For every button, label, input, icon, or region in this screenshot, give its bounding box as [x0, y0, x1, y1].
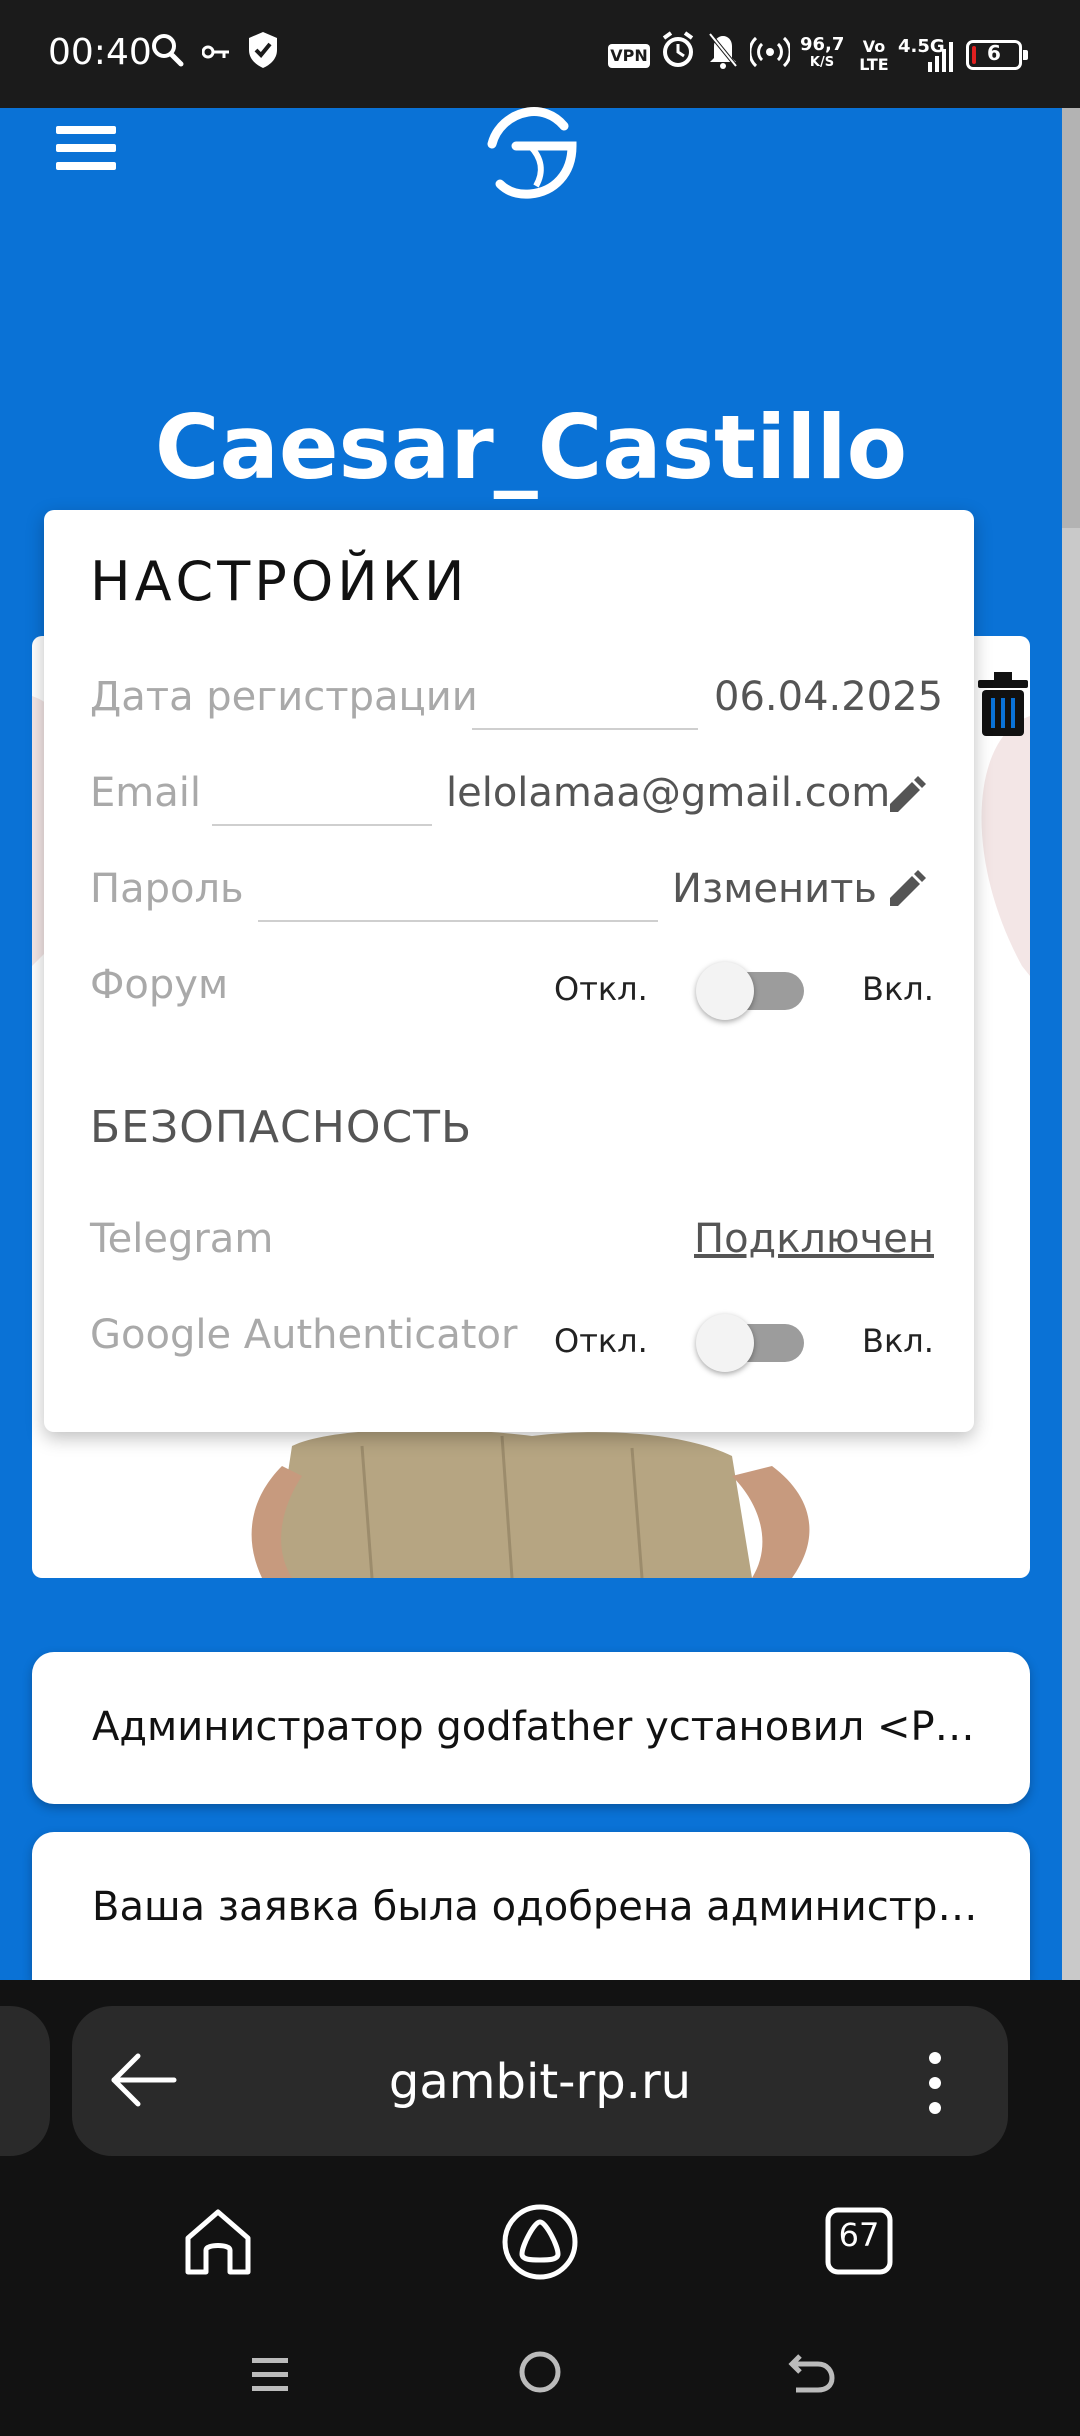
status-time: 00:40: [48, 32, 152, 73]
forum-toggle[interactable]: [696, 962, 808, 1020]
back-arrow-icon[interactable]: [108, 2050, 178, 2110]
change-password-link[interactable]: Изменить: [672, 866, 877, 912]
tabs-count: 67: [838, 2216, 880, 2254]
google-auth-toggle[interactable]: [696, 1314, 808, 1372]
divider: [212, 824, 432, 826]
menu-icon: [56, 126, 116, 134]
battery-level: 6: [987, 41, 1001, 65]
battery-icon: 6: [966, 40, 1028, 70]
recent-apps-icon[interactable]: [248, 2352, 292, 2396]
google-auth-off-label: Откл.: [554, 1322, 648, 1360]
alarm-icon: [662, 31, 694, 67]
settings-title: НАСТРОЙКИ: [90, 550, 469, 613]
status-bar: 00:40 VPN 96,7 K/S Vo LTE 4.5G 6: [0, 0, 1080, 108]
registration-label: Дата регистрации: [90, 674, 478, 720]
system-home-icon[interactable]: [518, 2350, 562, 2394]
scrollbar-thumb[interactable]: [1062, 108, 1080, 528]
search-icon: [152, 34, 184, 67]
home-icon[interactable]: [180, 2204, 256, 2280]
menu-button[interactable]: [56, 126, 116, 182]
forum-off-label: Откл.: [554, 970, 648, 1008]
net-speed: 96,7 K/S: [800, 34, 845, 71]
notification-item[interactable]: Ваша заявка была одобрена администра...: [32, 1832, 1030, 1980]
toggle-knob: [696, 1314, 754, 1372]
pencil-icon[interactable]: [886, 868, 928, 910]
notification-item[interactable]: Администратор godfather установил <PK...: [32, 1652, 1030, 1804]
email-label: Email: [90, 770, 201, 816]
page-title: Caesar_Castillo: [154, 396, 908, 499]
alice-icon[interactable]: [500, 2202, 580, 2282]
system-back-icon[interactable]: [786, 2350, 836, 2394]
divider: [472, 728, 698, 730]
mute-bell-icon: [708, 32, 738, 69]
settings-panel: НАСТРОЙКИ Дата регистрации 06.04.2025 Em…: [44, 510, 974, 1432]
telegram-status-link[interactable]: Подключен: [694, 1216, 934, 1262]
menu-icon-bar: [56, 162, 116, 170]
trash-icon[interactable]: [976, 672, 1030, 736]
google-auth-on-label: Вкл.: [862, 1322, 934, 1360]
password-label: Пароль: [90, 866, 244, 912]
telegram-label: Telegram: [90, 1216, 274, 1262]
hotspot-icon: [750, 36, 790, 68]
google-auth-label: Google Authenticator: [90, 1312, 518, 1358]
more-icon[interactable]: [920, 2048, 950, 2118]
pencil-icon[interactable]: [886, 774, 928, 816]
registration-date: 06.04.2025: [714, 674, 944, 720]
toggle-knob: [696, 962, 754, 1020]
divider: [258, 920, 658, 922]
email-value: lelolamaa@gmail.com: [446, 770, 891, 816]
notification-text: Администратор godfather установил <PK...: [92, 1704, 992, 1750]
security-heading: БЕЗОПАСНОСТЬ: [90, 1102, 473, 1153]
volte-indicator: Vo LTE: [859, 37, 889, 74]
vpn-badge: VPN: [608, 44, 650, 68]
notification-text: Ваша заявка была одобрена администра...: [92, 1884, 992, 1930]
shield-icon: [249, 32, 277, 68]
menu-icon-bar: [56, 144, 116, 152]
key-icon: [202, 45, 229, 59]
signal-icon: [928, 42, 953, 72]
forum-label: Форум: [90, 962, 229, 1008]
forum-on-label: Вкл.: [862, 970, 934, 1008]
logo-icon[interactable]: [480, 104, 580, 204]
